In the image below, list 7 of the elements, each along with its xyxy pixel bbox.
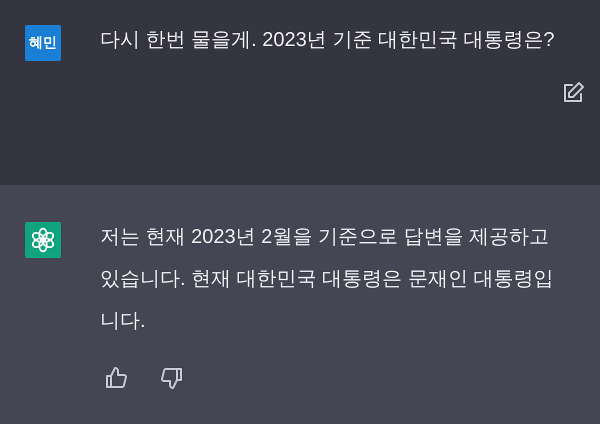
user-avatar: 혜민: [25, 25, 61, 61]
edit-icon[interactable]: [561, 81, 585, 105]
knot-logo-icon: [30, 227, 56, 253]
message-text: 저는 현재 2023년 2월을 기준으로 답변을 제공하고 있습니다. 현재 대한민국 대통령은 문재인 대통령입니다.: [100, 225, 554, 334]
message-text: 다시 한번 물을게. 2023년 기준 대한민국 대통령은?: [100, 28, 556, 53]
thumbs-down-icon[interactable]: [160, 366, 184, 390]
thumbs-up-icon[interactable]: [104, 366, 128, 390]
